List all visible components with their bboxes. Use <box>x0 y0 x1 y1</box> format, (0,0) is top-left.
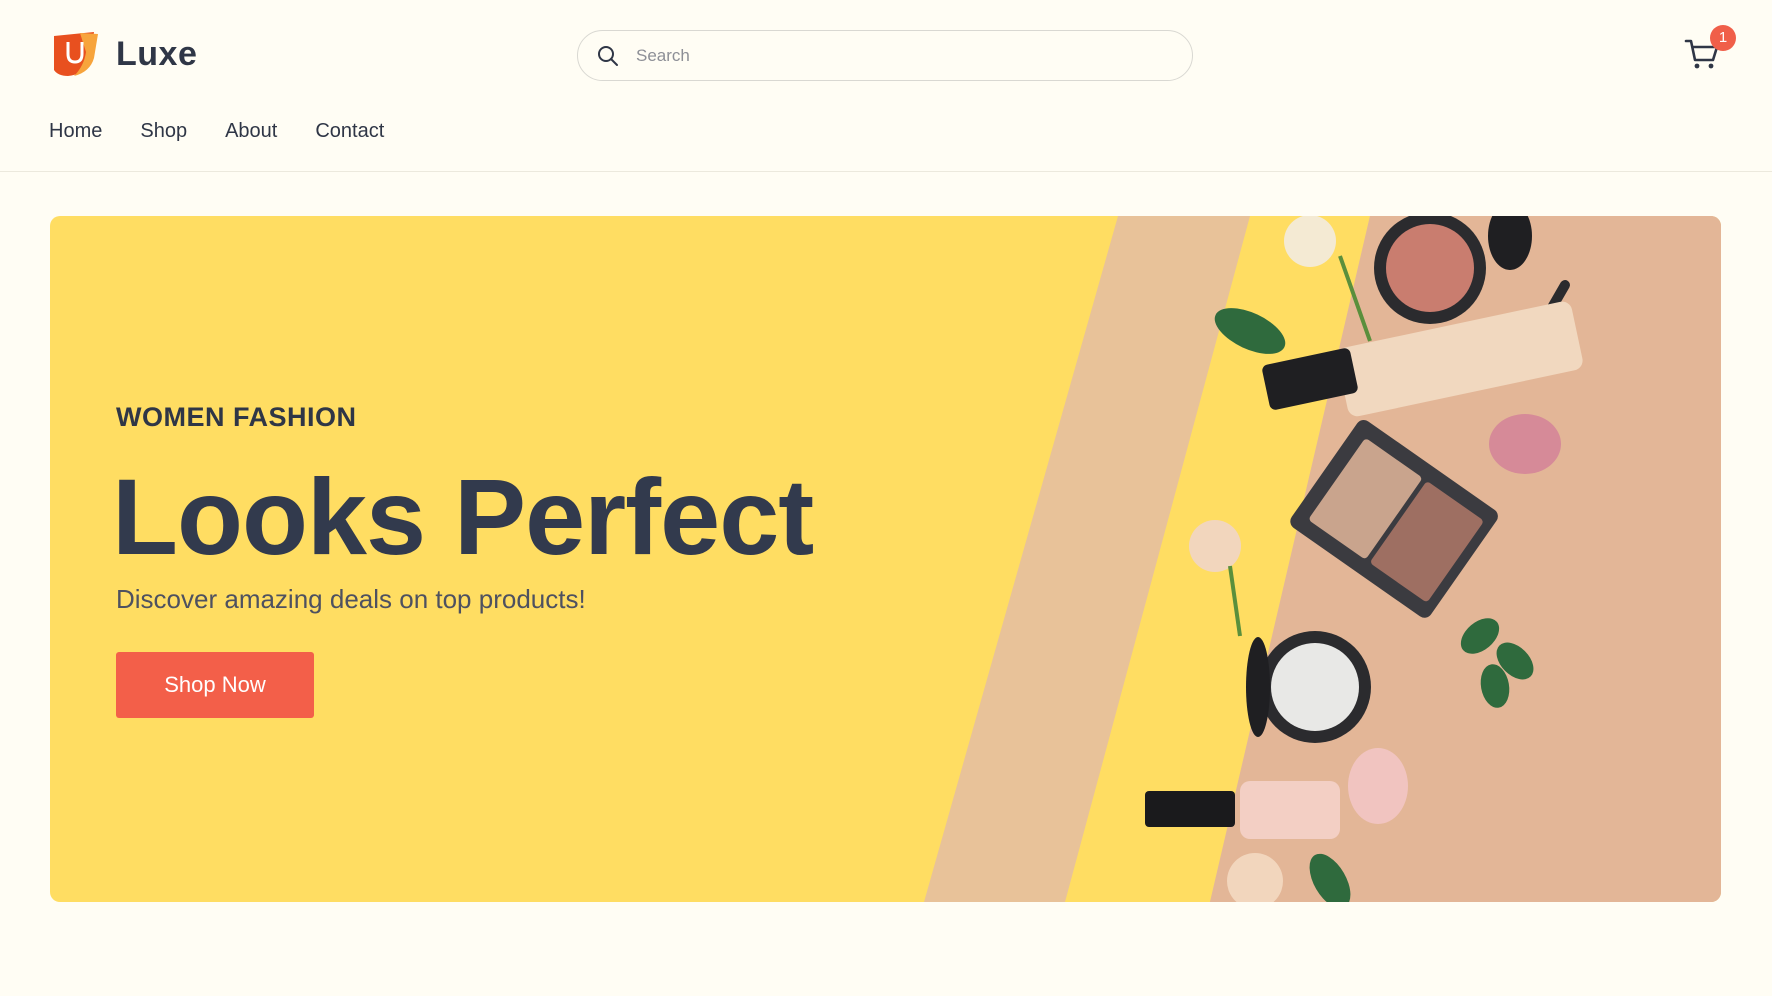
search-icon <box>598 45 618 66</box>
cart-button[interactable]: 1 <box>1684 25 1736 76</box>
nav-about[interactable]: About <box>225 120 277 143</box>
shop-now-button[interactable]: Shop Now <box>116 652 314 718</box>
cart-count-badge: 1 <box>1710 25 1736 51</box>
search-bar[interactable] <box>577 30 1193 81</box>
highlighter-compact <box>1246 631 1371 743</box>
search-input[interactable] <box>636 45 1176 66</box>
nav-home[interactable]: Home <box>49 120 102 143</box>
brand-name: Luxe <box>116 34 198 73</box>
hero-eyebrow: WOMEN FASHION <box>116 402 357 432</box>
hero-banner: WOMEN FASHION Looks Perfect Discover ama… <box>50 216 1721 902</box>
site-header: Luxe 1 Home Shop About Contact <box>0 0 1772 172</box>
brand-logo-link[interactable]: Luxe <box>50 30 197 78</box>
hero-title: Looks Perfect <box>112 456 814 577</box>
nav-contact[interactable]: Contact <box>315 120 384 143</box>
nav-shop[interactable]: Shop <box>140 120 187 143</box>
shopping-bag-logo-icon <box>54 32 98 76</box>
main-nav: Home Shop About Contact <box>49 120 384 143</box>
hero-subtitle: Discover amazing deals on top products! <box>116 584 586 614</box>
